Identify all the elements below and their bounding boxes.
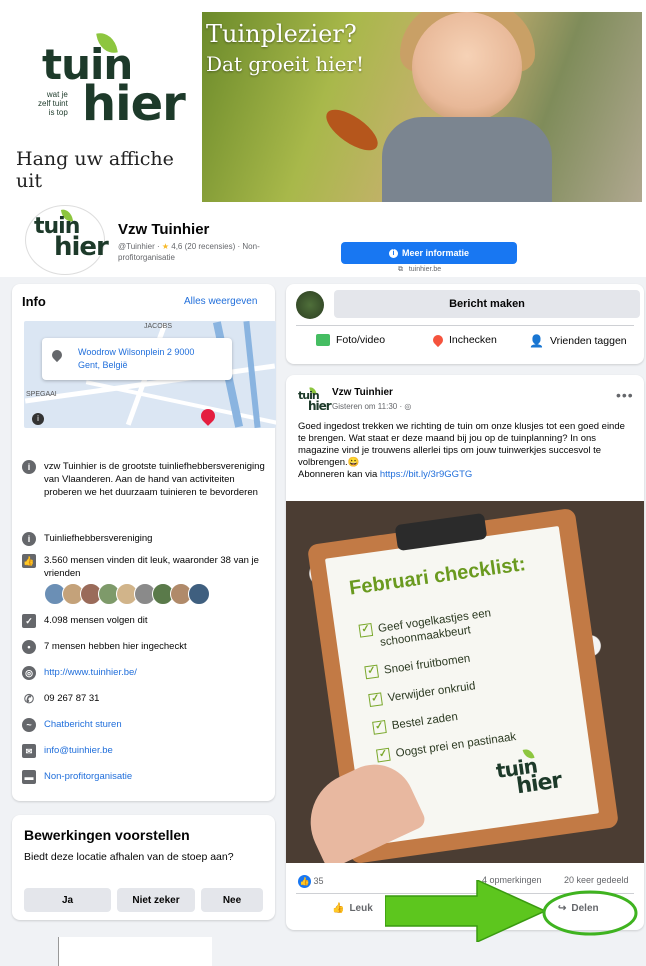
- phone-icon: ✆: [23, 691, 35, 706]
- external-link-icon: ⧉: [398, 266, 403, 273]
- avatar: [296, 291, 324, 319]
- photo-title-1: Tuinplezier?: [206, 20, 357, 48]
- checkbox-icon: ✓: [358, 623, 374, 638]
- info-row-website[interactable]: ◎ http://www.tuinhier.be/: [22, 666, 269, 680]
- photo-title-2: Dat groeit hier!: [206, 52, 365, 76]
- like-count[interactable]: 35: [314, 876, 324, 886]
- friend-avatars[interactable]: [44, 583, 210, 610]
- info-row-checkins: • 7 mensen hebben hier ingecheckt: [22, 640, 269, 654]
- thumbs-up-icon: 👍: [332, 903, 345, 914]
- address-box[interactable]: Woodrow Wilsonplein 2 9000 Gent, België: [42, 338, 232, 380]
- info-row-description: i vzw Tuinhier is de grootste tuinliefhe…: [22, 460, 269, 499]
- location-icon: [430, 332, 446, 348]
- checkbox-icon: ✓: [376, 747, 391, 763]
- subscribe-link[interactable]: https://bit.ly/3r9GGTG: [380, 469, 472, 480]
- checkbox-icon: ✓: [372, 720, 387, 735]
- share-count[interactable]: 20 keer gedeeld: [564, 875, 629, 885]
- annotation-arrow: [385, 880, 545, 942]
- cover-photo: Tuinplezier? Dat groeit hier!: [202, 12, 642, 202]
- info-row-messenger[interactable]: ~ Chatbericht sturen: [22, 718, 269, 732]
- info-card: Info Alles weergeven JACOBS SPEGAAI Wood…: [12, 284, 276, 801]
- suggest-edits-card: Bewerkingen voorstellen Biedt deze locat…: [12, 815, 275, 920]
- avatar-logo-bottom: hier: [308, 399, 332, 413]
- cover-logo: tuin wat je zelf tuint is top hier Hang …: [10, 10, 200, 200]
- globe-icon: ◎: [404, 402, 412, 411]
- info-row-category: i Tuinliefhebbersvereniging: [22, 532, 269, 546]
- info-icon: i: [388, 248, 398, 258]
- bottom-fragment: [58, 937, 212, 966]
- tag-friends-button[interactable]: 👤 Vrienden taggen: [529, 334, 627, 348]
- info-icon: i: [22, 532, 36, 546]
- see-all-link[interactable]: Alles weergeven: [184, 296, 257, 307]
- map-info-icon[interactable]: i: [32, 413, 44, 425]
- photo-icon: [316, 334, 330, 346]
- divider: [296, 325, 634, 326]
- like-button[interactable]: 👍 Leuk: [332, 903, 373, 914]
- rating-link[interactable]: 4,6 (20 recensies): [171, 242, 235, 251]
- page-header: tuin hier Vzw Tuinhier @Tuinhier · ★ 4,6…: [0, 205, 646, 277]
- follow-icon: ✓: [22, 614, 36, 628]
- thumbs-up-icon: 👍: [22, 554, 36, 568]
- post-image[interactable]: Februari checklist: ✓ Geef vogelkastjes e…: [286, 501, 644, 863]
- suggest-title: Bewerkingen voorstellen: [24, 827, 190, 843]
- post-avatar[interactable]: tuin hier: [296, 385, 332, 415]
- photo-video-button[interactable]: Foto/video: [316, 334, 385, 346]
- girl-head: [412, 12, 522, 122]
- info-row-phone: ✆ 09 267 87 31: [23, 691, 100, 706]
- info-title: Info: [22, 294, 46, 309]
- post-card: tuin hier Vzw Tuinhier Gisteren om 11:30…: [286, 375, 644, 930]
- star-icon: ★: [161, 242, 170, 251]
- page-meta: @Tuinhier · ★ 4,6 (20 recensies) · Non-p…: [118, 242, 260, 262]
- info-row-email[interactable]: ✉ info@tuinhier.be: [22, 744, 269, 758]
- location-icon: •: [22, 640, 36, 654]
- no-button[interactable]: Nee: [201, 888, 263, 912]
- more-options-icon[interactable]: •••: [616, 387, 634, 403]
- info-row-likes: 👍 3.560 mensen vinden dit leuk, waaronde…: [22, 554, 259, 579]
- checklist-title: Februari checklist:: [347, 553, 528, 600]
- post-time[interactable]: Gisteren om 11:30 · ◎: [332, 402, 411, 411]
- messenger-icon: ~: [22, 718, 36, 732]
- like-reaction-icon: 👍: [298, 875, 311, 888]
- checkbox-icon: ✓: [364, 664, 380, 680]
- info-row-followers: ✓ 4.098 mensen volgen dit: [22, 614, 269, 628]
- location-icon: [49, 347, 65, 363]
- avatar-logo-bottom: hier: [54, 232, 109, 262]
- globe-icon: ◎: [22, 666, 36, 680]
- tag-friends-icon: 👤: [529, 334, 544, 348]
- map-label: SPEGAAI: [26, 391, 57, 398]
- logo-tagline: wat je zelf tuint is top: [38, 90, 68, 117]
- annotation-highlight-circle: [542, 890, 638, 936]
- map-label: JACOBS: [144, 323, 173, 330]
- compose-card: Bericht maken Foto/video Inchecken 👤 Vri…: [286, 284, 644, 364]
- girl-body: [382, 117, 552, 202]
- checkin-button[interactable]: Inchecken: [430, 332, 497, 348]
- map[interactable]: JACOBS SPEGAAI Woodrow Wilsonplein 2 900…: [24, 321, 276, 428]
- info-row-type[interactable]: ▬ Non-profitorganisatie: [22, 770, 269, 784]
- address-text: Woodrow Wilsonplein 2 9000 Gent, België: [78, 347, 195, 370]
- avatar[interactable]: [188, 583, 210, 605]
- post-author[interactable]: Vzw Tuinhier: [332, 387, 393, 398]
- mail-icon: ✉: [22, 744, 36, 758]
- create-post-button[interactable]: Bericht maken: [334, 290, 640, 318]
- website-small-link[interactable]: ⧉ tuinhier.be: [398, 266, 441, 274]
- info-icon: i: [22, 460, 36, 474]
- category-icon: ▬: [22, 770, 36, 784]
- page-avatar[interactable]: tuin hier: [25, 205, 109, 275]
- suggest-question: Biedt deze locatie afhalen van de stoep …: [24, 851, 234, 863]
- cover-area: tuin wat je zelf tuint is top hier Hang …: [0, 0, 646, 205]
- carrot-image: [319, 102, 385, 158]
- unsure-button[interactable]: Niet zeker: [117, 888, 195, 912]
- yes-button[interactable]: Ja: [24, 888, 111, 912]
- logo-text-bottom: hier: [82, 76, 186, 132]
- poster-cta: Hang uw affiche uit: [16, 148, 174, 192]
- post-body: Goed ingedost trekken we richting de tui…: [298, 421, 625, 480]
- more-info-button[interactable]: i Meer informatie: [341, 242, 517, 264]
- checkbox-icon: ✓: [368, 692, 383, 708]
- page-name[interactable]: Vzw Tuinhier: [118, 221, 209, 238]
